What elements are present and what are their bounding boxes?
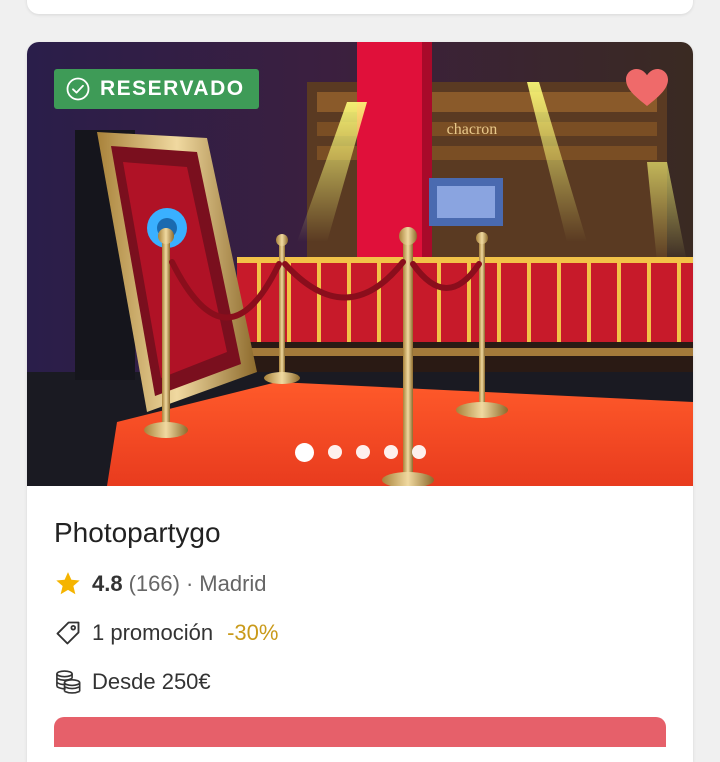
heart-icon[interactable] — [625, 68, 669, 108]
carousel-dot[interactable] — [411, 445, 426, 459]
price-label: Desde 250€ — [92, 669, 211, 694]
carousel-dot[interactable] — [294, 442, 314, 462]
separator: · — [185, 571, 194, 596]
rating-value: 4.8 — [92, 571, 123, 596]
tag-icon — [56, 621, 80, 645]
coins-icon — [56, 670, 81, 694]
rating-row: 4.8 (166) · Madrid — [54, 570, 267, 598]
reserved-badge: RESERVADO — [54, 69, 259, 109]
check-circle-icon — [66, 77, 90, 101]
review-count: (166) — [128, 571, 180, 596]
discount-label: -30% — [227, 620, 279, 645]
carousel-dot[interactable] — [355, 445, 370, 459]
promotion-label: 1 promoción — [92, 620, 214, 645]
stage-sign: chacron — [447, 121, 498, 138]
carousel-dots — [27, 440, 693, 464]
price-row: Desde 250€ — [54, 668, 211, 696]
listing-photo[interactable]: chacron RESERVADO — [27, 42, 693, 486]
location: Madrid — [199, 571, 267, 596]
reserved-badge-label: RESERVADO — [100, 77, 245, 100]
star-icon — [56, 572, 80, 595]
vendor-name[interactable]: Photopartygo — [54, 517, 221, 549]
carousel-dot[interactable] — [327, 445, 342, 459]
promotion-row: 1 promoción -30% — [54, 619, 278, 647]
previous-listing-card[interactable] — [27, 0, 693, 14]
carousel-dot[interactable] — [383, 445, 398, 459]
listing-card[interactable]: chacron RESERVADO Photopartygo 4.8 (166)… — [27, 42, 693, 762]
